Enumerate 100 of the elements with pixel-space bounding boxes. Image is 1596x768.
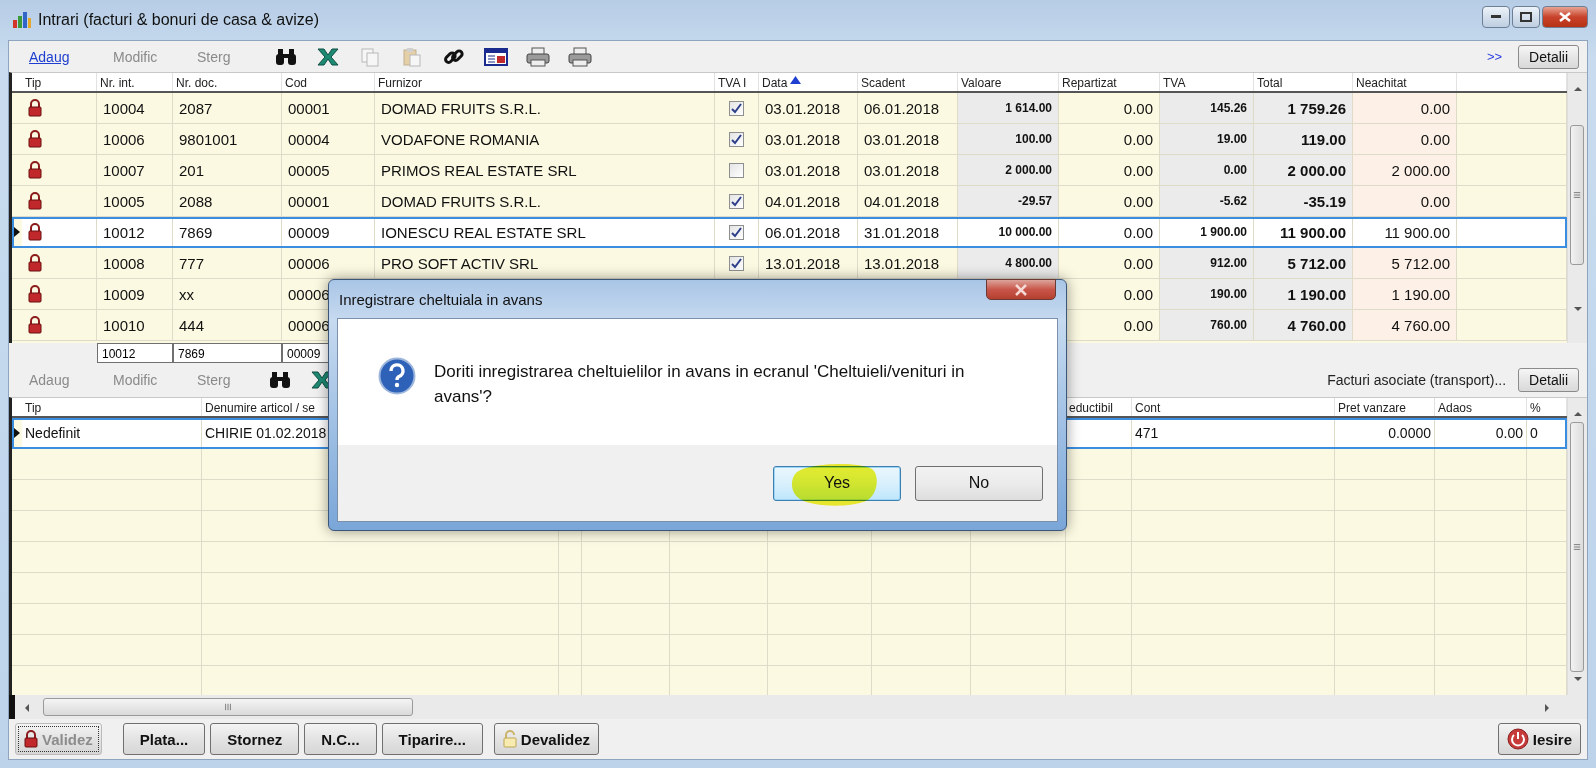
dialog-message: Doriti inregistrarea cheltuielilor in avans in ecranul 'Cheltuieli/venituri in avans'? — [434, 361, 966, 408]
column-header[interactable]: Neachitat — [1353, 73, 1457, 91]
footer-cell: 7869 — [173, 343, 282, 363]
table-cell: 1 759.26 — [1287, 99, 1346, 117]
command-button[interactable]: N.C... — [304, 723, 377, 755]
table-cell: 100.00 — [1015, 132, 1052, 146]
table-cell: -29.57 — [1017, 194, 1052, 208]
details-button[interactable]: Detalii — [1518, 44, 1579, 69]
table-cell: 00001 — [288, 192, 330, 210]
table-cell: 0.00 — [1123, 130, 1153, 148]
table-cell: 10012 — [103, 223, 145, 241]
table-cell: 19.00 — [1216, 132, 1247, 146]
column-header[interactable]: TVA — [1160, 73, 1254, 91]
table-row[interactable]: 10012 7869 00009 IONESCU REAL ESTATE SRL 06.01.2018 31.01.2018 10 000.00 0.00 1 900.00 11 900.00 11 900.00 — [12, 217, 1567, 248]
table-cell: 0.00 — [1123, 285, 1153, 303]
table-cell: 2 000.00 — [1005, 163, 1052, 177]
table-cell: 10009 — [103, 285, 145, 303]
table-cell: 11 900.00 — [1280, 223, 1346, 241]
command-button[interactable]: Devalidez — [493, 723, 600, 755]
table-cell: xx — [179, 285, 194, 303]
table-cell: Nedefinit — [25, 425, 81, 441]
table-row[interactable]: 10008 777 00006 PRO SOFT ACTIV SRL 13.01.2018 13.01.2018 4 800.00 0.00 912.00 5 712.00 5 712.00 — [12, 248, 1567, 279]
table-cell: 0.00 — [1420, 192, 1450, 210]
table-cell: 0.00 — [1223, 163, 1247, 177]
table-cell: PRO SOFT ACTIV SRL — [381, 254, 539, 272]
command-button[interactable]: Plata... — [122, 723, 206, 755]
exit-button[interactable]: Iesire — [1497, 723, 1581, 755]
column-header[interactable]: Scadent — [858, 73, 958, 91]
table-cell: 0 — [1530, 425, 1538, 441]
command-button[interactable]: Tiparire... — [381, 723, 483, 755]
table-cell: 03.01.2018 — [765, 161, 841, 179]
table-cell: 11 900.00 — [1384, 223, 1450, 241]
table-cell: 03.01.2018 — [864, 130, 940, 148]
table-cell: 190.00 — [1210, 287, 1247, 301]
table-cell: -5.62 — [1219, 194, 1247, 208]
table-cell: 4 760.00 — [1287, 316, 1346, 334]
table-cell: 00006 — [288, 316, 330, 334]
table-cell: 5 712.00 — [1391, 254, 1450, 272]
column-header[interactable]: Furnizor — [375, 73, 715, 91]
column-header[interactable]: Cod — [282, 73, 375, 91]
column-header[interactable]: Cont — [1132, 398, 1335, 416]
table-cell: 4 760.00 — [1391, 316, 1450, 334]
table-cell: 2 000.00 — [1287, 161, 1346, 179]
column-header[interactable]: Nr. int. — [97, 73, 173, 91]
column-header[interactable]: Total — [1254, 73, 1353, 91]
table-row[interactable]: 10006 9801001 00004 VODAFONE ROMANIA 03.01.2018 03.01.2018 100.00 0.00 19.00 119.00 0.00 — [12, 124, 1567, 155]
table-cell: 0.00 — [1123, 223, 1153, 241]
table-cell: 13.01.2018 — [864, 254, 940, 272]
table-cell: 10010 — [103, 316, 145, 334]
table-cell: 145.26 — [1210, 101, 1247, 115]
table-cell: 1 614.00 — [1005, 101, 1052, 115]
dialog-button[interactable]: No — [915, 465, 1043, 501]
table-cell: 00009 — [288, 223, 330, 241]
table-cell: 10005 — [103, 192, 145, 210]
table-cell: 04.01.2018 — [864, 192, 940, 210]
command-button[interactable]: Stornez — [210, 723, 300, 755]
table-cell: 06.01.2018 — [864, 99, 940, 117]
table-cell: 06.01.2018 — [765, 223, 841, 241]
column-header[interactable]: TVA I — [715, 73, 759, 91]
table-cell: 9801001 — [179, 130, 238, 148]
table-cell: 13.01.2018 — [765, 254, 841, 272]
table-cell: 0.0000 — [1388, 425, 1431, 441]
table-cell: 760.00 — [1210, 318, 1247, 332]
table-cell: 0.00 — [1420, 130, 1450, 148]
column-header[interactable]: Repartizat — [1059, 73, 1160, 91]
column-header[interactable]: Pret vanzare — [1335, 398, 1435, 416]
table-cell: 1 900.00 — [1200, 225, 1247, 239]
table-row[interactable]: 10004 2087 00001 DOMAD FRUITS S.R.L. 03.01.2018 06.01.2018 1 614.00 0.00 145.26 1 759.26 0.00 — [12, 93, 1567, 124]
table-cell: 0.00 — [1123, 254, 1153, 272]
toolbar-link[interactable]: Adaug — [21, 48, 101, 65]
column-header[interactable]: Tip — [22, 73, 97, 91]
table-cell: 5 712.00 — [1287, 254, 1346, 272]
table-cell: CHIRIE 01.02.2018 — [205, 425, 327, 441]
table-cell: 10004 — [103, 99, 145, 117]
table-row[interactable]: 10005 2088 00001 DOMAD FRUITS S.R.L. 04.01.2018 04.01.2018 -29.57 0.00 -5.62 -35.19 0.00 — [12, 186, 1567, 217]
table-cell: 00006 — [288, 254, 330, 272]
table-cell: 201 — [179, 161, 205, 179]
table-cell: DOMAD FRUITS S.R.L. — [381, 99, 541, 117]
table-cell: 31.01.2018 — [864, 223, 940, 241]
table-cell: 0.00 — [1123, 316, 1153, 334]
table-cell: 1 190.00 — [1287, 285, 1346, 303]
column-header[interactable]: Nr. doc. — [173, 73, 282, 91]
details-button[interactable]: Detalii — [1518, 368, 1579, 392]
column-header[interactable]: Tip — [22, 398, 202, 416]
column-header[interactable]: Adaos — [1435, 398, 1527, 416]
more-link[interactable]: >> — [1486, 49, 1503, 64]
table-cell: VODAFONE ROMANIA — [381, 130, 540, 148]
table-cell: 03.01.2018 — [864, 161, 940, 179]
column-header[interactable]: Data — [759, 73, 858, 91]
table-cell: -35.19 — [1303, 192, 1346, 210]
dialog-title: Inregistrare cheltuiala in avans — [338, 290, 543, 308]
table-cell: PRIMOS REAL ESTATE SRL — [381, 161, 577, 179]
table-cell: 2087 — [179, 99, 213, 117]
table-cell: 0.00 — [1123, 161, 1153, 179]
table-row[interactable]: 10007 201 00005 PRIMOS REAL ESTATE SRL 03.01.2018 03.01.2018 2 000.00 0.00 0.00 2 000.00 2 000.00 — [12, 155, 1567, 186]
table-cell: 10007 — [103, 161, 145, 179]
column-header[interactable]: Valoare — [958, 73, 1059, 91]
table-cell: 10006 — [103, 130, 145, 148]
table-cell: 444 — [179, 316, 205, 334]
table-cell: 0.00 — [1495, 425, 1523, 441]
